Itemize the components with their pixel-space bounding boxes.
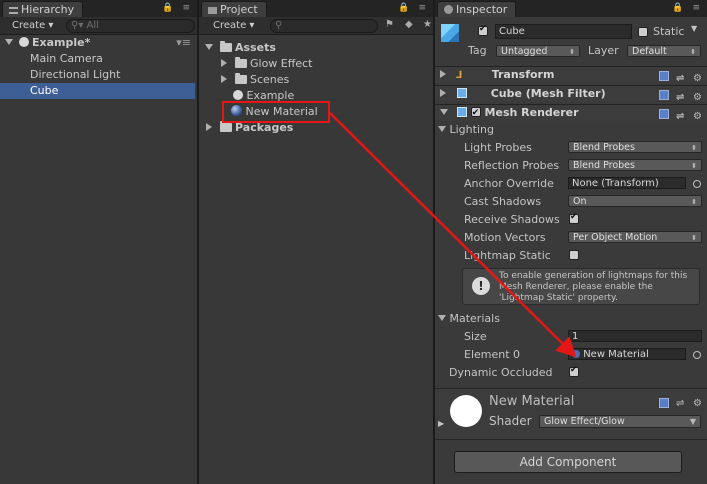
annotation-arrow bbox=[329, 112, 577, 358]
annotation-arrow-line bbox=[329, 112, 577, 358]
